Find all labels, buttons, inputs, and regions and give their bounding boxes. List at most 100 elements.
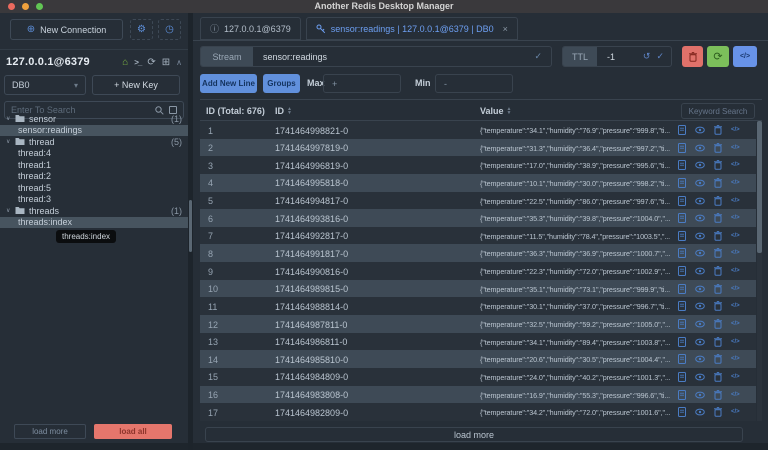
row-code-icon[interactable]: </> xyxy=(731,127,740,133)
min-input[interactable]: - xyxy=(435,74,513,93)
add-new-line-button[interactable]: Add New Line xyxy=(200,74,257,93)
delete-row-icon[interactable] xyxy=(714,142,722,153)
view-eye-icon[interactable] xyxy=(695,249,705,257)
view-eye-icon[interactable] xyxy=(695,355,705,363)
tree-folder-sensor[interactable]: ∨ sensor (1) xyxy=(0,113,188,125)
sort-icon[interactable]: ▲ ▼ xyxy=(507,107,512,116)
home-icon[interactable]: ⌂ xyxy=(122,57,128,68)
delete-row-icon[interactable] xyxy=(714,372,722,382)
copy-document-icon[interactable] xyxy=(678,195,686,206)
column-header-id[interactable]: ID ▲ ▼ xyxy=(275,100,292,122)
view-eye-icon[interactable] xyxy=(695,338,705,346)
row-code-icon[interactable]: </> xyxy=(731,356,740,362)
confirm-key-icon[interactable]: ✓ xyxy=(534,51,551,62)
tree-key-sensor:readings[interactable]: sensor:readings xyxy=(0,124,188,136)
table-row[interactable]: 4 1741464995818-0 {"temperature":"10.1",… xyxy=(200,173,756,192)
delete-row-icon[interactable] xyxy=(714,354,722,365)
table-row[interactable]: 14 1741464985810-0 {"temperature":"20.6"… xyxy=(200,350,756,368)
keyword-search-input[interactable]: Keyword Search xyxy=(681,103,755,119)
delete-row-icon[interactable] xyxy=(714,319,722,329)
refresh-icon[interactable]: ⟳ xyxy=(147,57,155,68)
view-eye-icon[interactable] xyxy=(695,267,705,275)
close-window-icon[interactable] xyxy=(8,3,15,10)
view-eye-icon[interactable] xyxy=(695,320,705,328)
grid-icon[interactable]: ⊞ xyxy=(162,57,170,68)
delete-row-icon[interactable] xyxy=(714,230,722,241)
tree-key-thread:5[interactable]: thread:5 xyxy=(0,182,188,194)
close-tab-icon[interactable]: × xyxy=(503,24,508,34)
delete-row-icon[interactable] xyxy=(714,125,722,135)
settings-button[interactable]: ⚙ xyxy=(130,19,153,40)
view-eye-icon[interactable] xyxy=(695,391,705,399)
connection-header[interactable]: 127.0.0.1@6379 ⌂ >_ ⟳ ⊞ ∧ xyxy=(6,55,182,69)
delete-row-icon[interactable] xyxy=(714,213,722,224)
view-eye-icon[interactable] xyxy=(695,373,705,381)
table-row[interactable]: 15 1741464984809-0 {"temperature":"24.0"… xyxy=(200,367,756,386)
delete-row-icon[interactable] xyxy=(714,407,722,418)
groups-button[interactable]: Groups xyxy=(263,74,300,93)
row-code-icon[interactable]: </> xyxy=(731,268,740,274)
row-code-icon[interactable]: </> xyxy=(731,409,740,415)
view-eye-icon[interactable] xyxy=(695,232,705,240)
table-row[interactable]: 5 1741464994817-0 {"temperature":"22.5",… xyxy=(200,191,756,210)
history-button[interactable]: ◷ xyxy=(158,19,181,40)
column-header-value[interactable]: Value ▲ ▼ xyxy=(480,100,511,122)
row-code-icon[interactable]: </> xyxy=(731,215,740,221)
view-eye-icon[interactable] xyxy=(695,126,705,134)
copy-document-icon[interactable] xyxy=(678,407,686,418)
table-load-more-button[interactable]: load more xyxy=(205,427,743,442)
table-row[interactable]: 8 1741464991817-0 {"temperature":"36.3",… xyxy=(200,244,756,263)
sort-icon[interactable]: ▲ ▼ xyxy=(287,107,292,116)
delete-row-icon[interactable] xyxy=(714,389,722,400)
copy-document-icon[interactable] xyxy=(678,125,686,135)
table-row[interactable]: 7 1741464992817-0 {"temperature":"11.5",… xyxy=(200,226,756,245)
delete-row-icon[interactable] xyxy=(714,301,722,312)
tab-connection[interactable]: ⓘ 127.0.0.1@6379 xyxy=(200,17,301,40)
row-code-icon[interactable]: </> xyxy=(731,180,740,186)
row-code-icon[interactable]: </> xyxy=(731,286,740,292)
row-code-icon[interactable]: </> xyxy=(731,233,740,239)
row-code-icon[interactable]: </> xyxy=(731,145,740,151)
table-row[interactable]: 16 1741464983808-0 {"temperature":"16.9"… xyxy=(200,385,756,404)
copy-document-icon[interactable] xyxy=(678,230,686,241)
db-select[interactable]: DB0 ▾ xyxy=(4,75,86,95)
table-scrollbar-thumb[interactable] xyxy=(757,121,762,253)
row-code-icon[interactable]: </> xyxy=(731,198,740,204)
stream-key-input[interactable]: sensor:readings xyxy=(253,52,534,62)
tree-folder-threads[interactable]: ∨ threads (1) xyxy=(0,205,188,217)
row-code-icon[interactable]: </> xyxy=(731,339,740,345)
copy-document-icon[interactable] xyxy=(678,283,686,294)
delete-row-icon[interactable] xyxy=(714,178,722,188)
row-code-icon[interactable]: </> xyxy=(731,392,740,398)
table-scrollbar[interactable] xyxy=(757,121,762,421)
collapse-icon[interactable]: ∧ xyxy=(176,58,182,67)
copy-document-icon[interactable] xyxy=(678,142,686,153)
table-row[interactable]: 10 1741464989815-0 {"temperature":"35.1"… xyxy=(200,279,756,298)
copy-document-icon[interactable] xyxy=(678,336,686,347)
tree-key-thread:4[interactable]: thread:4 xyxy=(0,148,188,160)
copy-document-icon[interactable] xyxy=(678,389,686,400)
view-eye-icon[interactable] xyxy=(695,408,705,416)
max-input[interactable]: + xyxy=(323,74,401,93)
delete-row-icon[interactable] xyxy=(714,160,722,171)
maximize-window-icon[interactable] xyxy=(36,3,43,10)
table-row[interactable]: 11 1741464988814-0 {"temperature":"30.1"… xyxy=(200,297,756,316)
view-eye-icon[interactable] xyxy=(695,285,705,293)
refresh-key-button[interactable]: ⟳ xyxy=(707,46,729,67)
row-code-icon[interactable]: </> xyxy=(731,374,740,380)
tree-folder-thread[interactable]: ∨ thread (5) xyxy=(0,136,188,148)
copy-document-icon[interactable] xyxy=(678,248,686,259)
copy-document-icon[interactable] xyxy=(678,354,686,365)
copy-document-icon[interactable] xyxy=(678,301,686,312)
tree-key-thread:3[interactable]: thread:3 xyxy=(0,194,188,206)
view-eye-icon[interactable] xyxy=(695,214,705,222)
sidebar-scrollbar-thumb[interactable] xyxy=(189,200,192,252)
copy-document-icon[interactable] xyxy=(678,319,686,330)
row-code-icon[interactable]: </> xyxy=(731,250,740,256)
delete-row-icon[interactable] xyxy=(714,283,722,294)
table-row[interactable]: 2 1741464997819-0 {"temperature":"31.3",… xyxy=(200,138,756,157)
sidebar-load-all-button[interactable]: load all xyxy=(94,424,172,439)
delete-row-icon[interactable] xyxy=(714,266,722,276)
view-eye-icon[interactable] xyxy=(695,144,705,152)
minimize-window-icon[interactable] xyxy=(22,3,29,10)
